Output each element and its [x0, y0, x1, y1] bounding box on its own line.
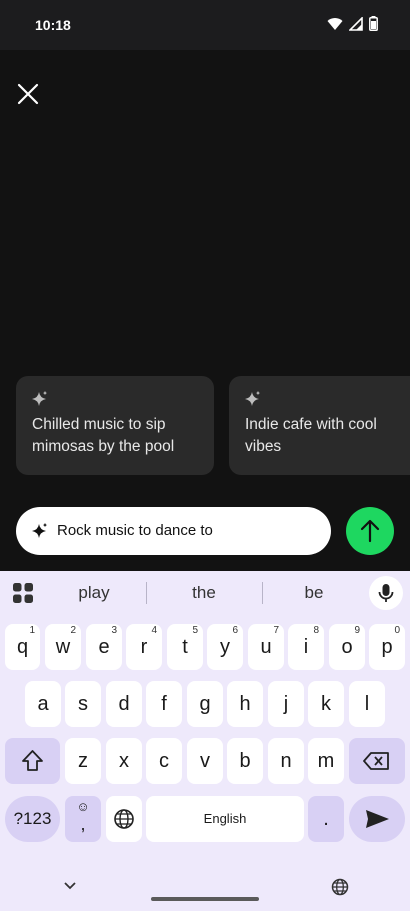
word-suggestion[interactable]: play [44, 583, 144, 603]
key-i[interactable]: i8 [288, 624, 324, 670]
key-hint: 7 [273, 625, 279, 636]
key-q[interactable]: q1 [5, 624, 40, 670]
enter-key[interactable] [349, 796, 405, 842]
close-button[interactable] [14, 80, 42, 108]
suggestion-card[interactable]: Chilled music to sip mimosas by the pool [16, 376, 214, 475]
key-letter: q [16, 636, 29, 658]
sparkle-icon [245, 391, 260, 406]
key-m[interactable]: m [308, 738, 344, 784]
key-hint: 5 [192, 625, 198, 636]
key-l[interactable]: l [349, 681, 385, 727]
suggestion-cards: Chilled music to sip mimosas by the pool… [16, 376, 410, 476]
navigation-bar [0, 862, 410, 911]
key-hint: 3 [111, 625, 117, 636]
globe-icon [114, 809, 134, 829]
key-n[interactable]: n [268, 738, 304, 784]
key-letter: r [140, 636, 148, 658]
space-bar[interactable]: English [146, 796, 304, 842]
key-letter: y [220, 636, 230, 658]
status-bar: 10:18 [0, 0, 410, 50]
key-hint: 2 [70, 625, 76, 636]
key-letter: t [182, 636, 188, 658]
key-hint: 9 [354, 625, 360, 636]
key-hint: 0 [394, 625, 400, 636]
sparkle-icon [32, 391, 47, 406]
key-d[interactable]: d [106, 681, 142, 727]
key-e[interactable]: e3 [86, 624, 122, 670]
key-letter: i [303, 636, 309, 658]
home-indicator[interactable] [151, 897, 259, 901]
cell-signal-icon [349, 16, 363, 31]
period-key[interactable]: . [308, 796, 344, 842]
shift-key[interactable] [5, 738, 60, 784]
key-b[interactable]: b [227, 738, 263, 784]
key-x[interactable]: x [106, 738, 142, 784]
key-r[interactable]: r4 [126, 624, 162, 670]
key-z[interactable]: z [65, 738, 101, 784]
key-t[interactable]: t5 [167, 624, 203, 670]
key-g[interactable]: g [187, 681, 223, 727]
key-h[interactable]: h [227, 681, 263, 727]
send-icon [366, 810, 389, 828]
symbols-key[interactable]: ?123 [5, 796, 60, 842]
arrow-up-icon [360, 519, 380, 543]
emoji-comma-key[interactable]: ☺ , [65, 796, 101, 842]
backspace-key[interactable] [349, 738, 405, 784]
word-suggestion[interactable]: the [154, 583, 254, 603]
key-j[interactable]: j [268, 681, 304, 727]
key-p[interactable]: p0 [369, 624, 405, 670]
word-suggestion[interactable]: be [264, 583, 364, 603]
key-hint: 1 [29, 625, 35, 636]
key-letter: p [381, 636, 393, 658]
divider [262, 582, 263, 604]
language-key[interactable] [106, 796, 142, 842]
close-icon [17, 83, 39, 105]
voice-input-button[interactable] [369, 576, 403, 610]
hide-keyboard-icon[interactable] [62, 880, 78, 892]
suggestion-card[interactable]: Indie cafe with cool vibes [229, 376, 410, 475]
key-k[interactable]: k [308, 681, 344, 727]
key-o[interactable]: o9 [329, 624, 365, 670]
apps-grid-icon[interactable] [12, 582, 34, 604]
battery-icon [369, 16, 378, 31]
suggestion-card-text: Chilled music to sip mimosas by the pool [32, 416, 175, 455]
key-u[interactable]: u7 [248, 624, 284, 670]
key-s[interactable]: s [65, 681, 101, 727]
key-hint: 8 [313, 625, 319, 636]
key-y[interactable]: y6 [207, 624, 243, 670]
key-f[interactable]: f [146, 681, 182, 727]
key-hint: 4 [151, 625, 157, 636]
key-v[interactable]: v [187, 738, 223, 784]
divider [146, 582, 147, 604]
keyboard: play the be q1 w2 e3 r4 t5 y6 u7 i8 o9 p… [0, 571, 410, 911]
globe-icon[interactable] [331, 878, 349, 896]
comma-label: , [80, 814, 86, 834]
microphone-icon [378, 584, 394, 602]
status-time: 10:18 [35, 17, 71, 33]
wifi-icon [327, 17, 343, 30]
key-letter: o [341, 636, 353, 658]
key-letter: w [55, 636, 71, 658]
key-c[interactable]: c [146, 738, 182, 784]
suggestion-strip: play the be [0, 571, 410, 615]
key-w[interactable]: w2 [45, 624, 81, 670]
backspace-icon [363, 752, 389, 770]
key-letter: e [98, 636, 110, 658]
key-hint: 6 [232, 625, 238, 636]
key-a[interactable]: a [25, 681, 61, 727]
key-letter: u [260, 636, 272, 658]
status-icons [327, 16, 378, 31]
suggestion-card-text: Indie cafe with cool vibes [245, 416, 377, 455]
prompt-value: Rock music to dance to [57, 522, 213, 539]
prompt-input[interactable]: Rock music to dance to [16, 507, 331, 555]
submit-button[interactable] [346, 507, 394, 555]
sparkle-icon [32, 523, 47, 538]
shift-icon [22, 750, 43, 771]
